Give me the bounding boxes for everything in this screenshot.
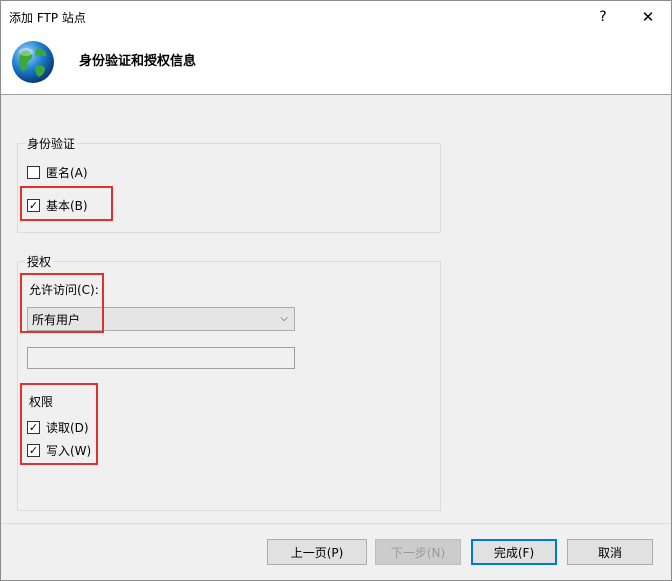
wizard-header: 身份验证和授权信息 [1, 32, 671, 95]
authorization-group-label: 授权 [25, 253, 54, 270]
finish-button[interactable]: 完成(F) [471, 539, 557, 565]
anonymous-checkbox[interactable] [27, 166, 40, 179]
cancel-button[interactable]: 取消 [567, 539, 653, 565]
next-button[interactable]: 下一步(N) [375, 539, 461, 565]
chevron-down-icon: ⌵ [280, 313, 288, 324]
page-title: 身份验证和授权信息 [79, 54, 197, 69]
allow-access-highlight [20, 273, 104, 333]
title-bar: 添加 FTP 站点 ? ✕ [1, 1, 671, 32]
basic-highlight [20, 186, 113, 221]
anonymous-label: 匿名(A) [46, 166, 88, 180]
close-button[interactable]: ✕ [625, 1, 671, 32]
permissions-highlight [20, 383, 98, 465]
anonymous-checkbox-row[interactable]: 匿名(A) [27, 164, 88, 181]
help-button[interactable]: ? [581, 1, 625, 32]
globe-icon [12, 41, 54, 83]
dialog-window: 添加 FTP 站点 ? ✕ 身份验证和授权信息 身份验证 匿名(A) ✓ 基本(… [0, 0, 672, 581]
authentication-group-label: 身份验证 [25, 135, 78, 152]
window-title: 添加 FTP 站点 [9, 11, 86, 25]
prev-button[interactable]: 上一页(P) [267, 539, 367, 565]
users-input[interactable] [27, 347, 295, 369]
